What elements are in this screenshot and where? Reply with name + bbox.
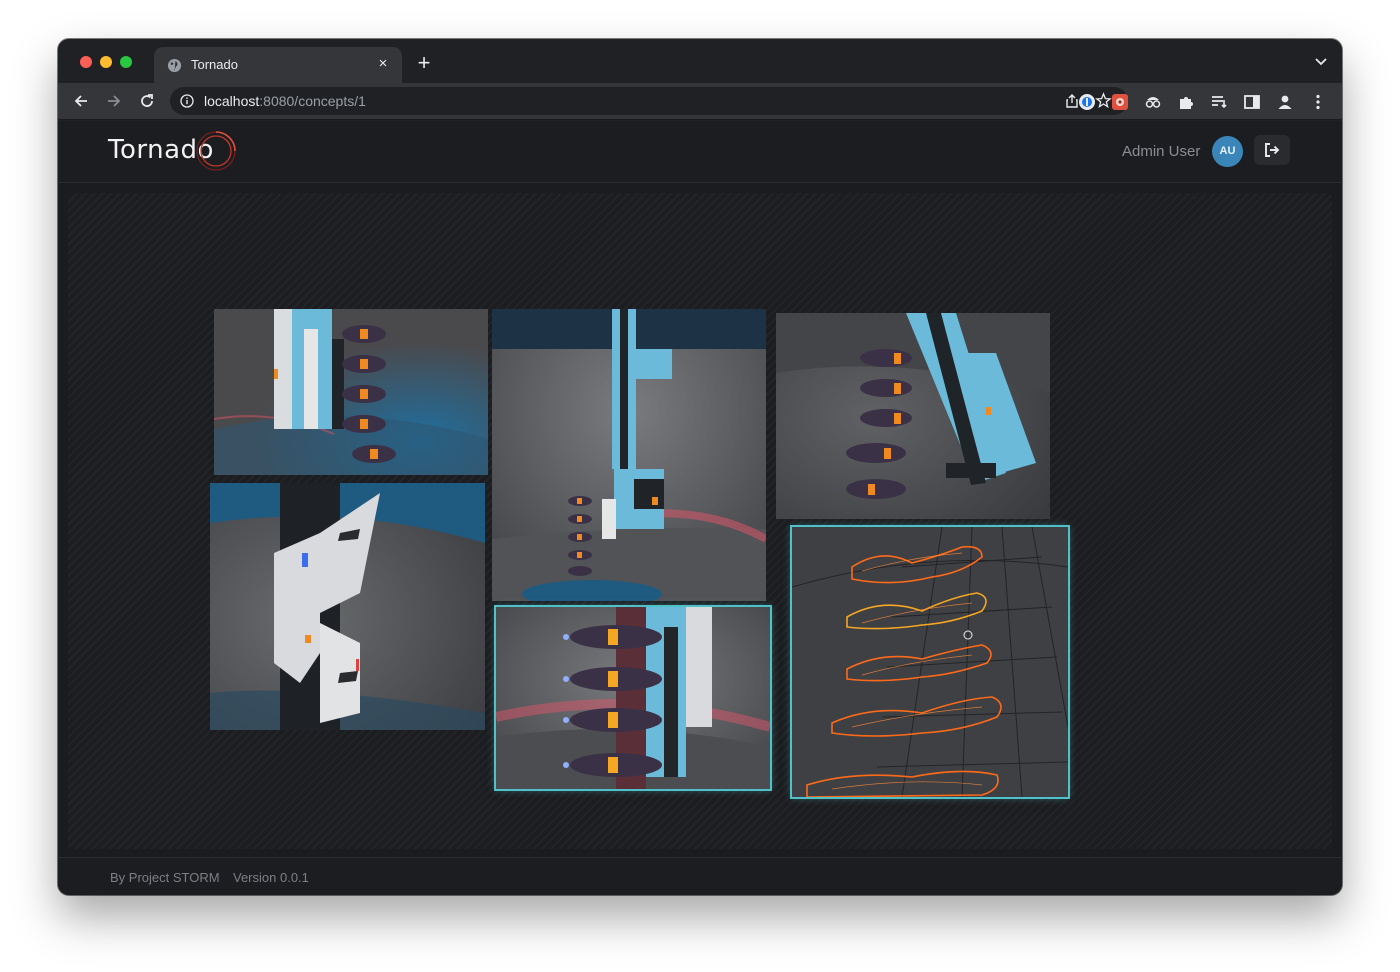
close-window-button[interactable] xyxy=(80,56,92,68)
app-footer: By Project STORM Version 0.0.1 xyxy=(58,857,1342,895)
concept-image-3[interactable] xyxy=(776,313,1050,519)
forward-arrow-icon[interactable] xyxy=(105,92,123,110)
new-tab-button[interactable]: + xyxy=(414,52,434,74)
concept-image-5[interactable] xyxy=(494,605,772,791)
zoom-window-button[interactable] xyxy=(120,56,132,68)
tab-title: Tornado xyxy=(191,57,238,72)
tornado-ring-icon xyxy=(196,131,236,171)
footer-version: Version 0.0.1 xyxy=(233,870,309,885)
puzzle-extensions-icon[interactable] xyxy=(1177,93,1195,111)
concept-image-4[interactable] xyxy=(210,483,485,730)
url-path: :8080/concepts/1 xyxy=(259,93,366,109)
reading-list-icon[interactable] xyxy=(1210,93,1228,111)
concept-image-2[interactable] xyxy=(492,309,766,601)
chevron-down-icon[interactable] xyxy=(1314,57,1328,67)
browser-tab[interactable]: Tornado × xyxy=(154,47,402,83)
tornado-logo[interactable]: Tornado xyxy=(108,131,238,175)
logout-button[interactable] xyxy=(1254,135,1290,165)
concept-board[interactable] xyxy=(68,193,1332,849)
user-name: Admin User xyxy=(1122,143,1201,160)
app-header: Tornado Admin User AU xyxy=(58,121,1342,183)
minimize-window-button[interactable] xyxy=(100,56,112,68)
logout-icon xyxy=(1265,143,1280,157)
info-icon[interactable] xyxy=(180,94,194,108)
profile-icon[interactable] xyxy=(1276,93,1294,111)
url-text: localhost:8080/concepts/1 xyxy=(204,93,366,109)
avatar[interactable]: AU xyxy=(1212,136,1243,167)
more-menu-icon[interactable] xyxy=(1309,93,1327,111)
browser-toolbar: localhost:8080/concepts/1 xyxy=(58,83,1342,120)
back-arrow-icon[interactable] xyxy=(72,92,90,110)
password-manager-icon[interactable] xyxy=(1078,93,1096,111)
tab-strip: Tornado × + xyxy=(58,39,1342,83)
tornado-app: Tornado Admin User AU By Project STORM V… xyxy=(58,121,1342,895)
side-panel-icon[interactable] xyxy=(1243,93,1261,111)
footer-credit: By Project STORM xyxy=(110,870,220,885)
close-tab-icon[interactable]: × xyxy=(374,55,392,73)
browser-window: Tornado × + localhost:8080/concepts/1 To… xyxy=(58,39,1342,895)
address-bar[interactable]: localhost:8080/concepts/1 xyxy=(170,87,1128,115)
concept-image-1[interactable] xyxy=(214,309,488,475)
reload-icon[interactable] xyxy=(138,92,156,110)
concept-image-6[interactable] xyxy=(790,525,1070,799)
url-host: localhost xyxy=(204,93,260,109)
extension-red-icon[interactable] xyxy=(1111,93,1129,111)
globe-icon xyxy=(167,58,182,73)
bookmark-star-icon[interactable] xyxy=(1095,92,1112,109)
spy-glasses-icon[interactable] xyxy=(1144,93,1162,111)
